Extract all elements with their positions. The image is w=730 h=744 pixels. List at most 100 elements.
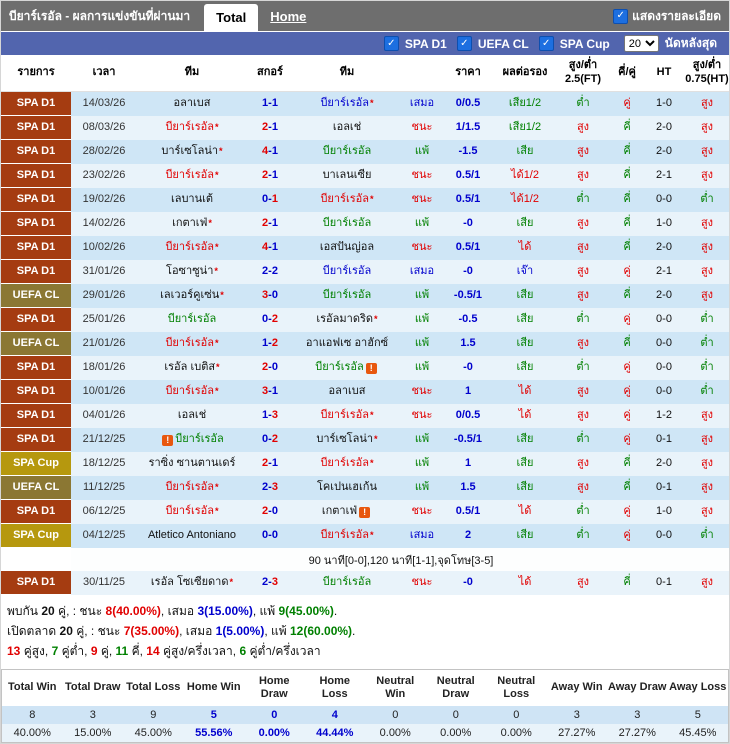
over-under-ft: สูง bbox=[576, 265, 590, 278]
over-under-ft: สูง bbox=[576, 241, 590, 254]
favorite-star-icon: * bbox=[214, 338, 219, 349]
match-date: 21/12/25 bbox=[82, 433, 126, 446]
home-team: บียาร์เรอัล * bbox=[165, 169, 219, 182]
match-result: ชนะ bbox=[411, 241, 433, 254]
table-row: SPA D1 28/02/26 บาร์เซโลน่า * 4-1 บียาร์เรอัล… bbox=[1, 140, 729, 164]
stats-counts-row: 839504000335 bbox=[2, 706, 728, 724]
handicap-result: ได้ bbox=[518, 241, 532, 254]
over-under-ht: สูง bbox=[700, 97, 714, 110]
uefa-cl-checkbox[interactable]: ✓ bbox=[456, 36, 472, 51]
spa-cup-checkbox[interactable]: ✓ bbox=[538, 36, 554, 51]
favorite-star-icon: * bbox=[214, 266, 218, 277]
table-row: SPA D1 14/03/26 อลาเบส 1-1 บียาร์เรอัล * เสมอ 0… bbox=[1, 92, 729, 116]
league-badge: SPA D1 bbox=[1, 236, 71, 260]
ft-score: 2-3 bbox=[262, 481, 278, 494]
ft-score: 0-0 bbox=[262, 529, 278, 542]
match-result: ชนะ bbox=[411, 193, 433, 206]
odd-even: คี่ bbox=[623, 576, 631, 589]
handicap-result: เสีย bbox=[516, 457, 534, 470]
spa-d1-checkbox[interactable]: ✓ bbox=[383, 36, 399, 51]
handicap-price: -1.5 bbox=[458, 145, 478, 158]
card-icon: ! bbox=[162, 434, 174, 446]
tab-home[interactable]: Home bbox=[258, 1, 318, 31]
away-team: บียาร์เรอัล * bbox=[320, 409, 374, 422]
match-result: ชนะ bbox=[411, 121, 433, 134]
handicap-price: 0.5/1 bbox=[455, 169, 481, 182]
away-team: เรอัลมาดริด * bbox=[316, 313, 378, 326]
away-team: บียาร์เรอัล * bbox=[320, 97, 374, 110]
stats-count-cell: 3 bbox=[607, 706, 668, 724]
match-result: แพ้ bbox=[414, 289, 430, 302]
stats-percent-cell: 0.00% bbox=[244, 724, 305, 742]
over-under-ht: สูง bbox=[700, 145, 714, 158]
ht-score: 2-1 bbox=[656, 265, 672, 278]
league-badge: UEFA CL bbox=[1, 284, 71, 308]
favorite-star-icon: * bbox=[214, 386, 219, 397]
over-under-ht: สูง bbox=[700, 265, 714, 278]
away-team: บียาร์เรอัล! bbox=[293, 356, 401, 380]
ft-score: 2-1 bbox=[262, 121, 278, 134]
favorite-star-icon: * bbox=[208, 218, 212, 229]
over-under-ht: สูง bbox=[700, 481, 714, 494]
tab-total[interactable]: Total bbox=[204, 4, 259, 31]
stats-percent-cell: 0.00% bbox=[425, 724, 486, 742]
odd-even: คู่ bbox=[623, 361, 631, 374]
stats-header-cell: Away Loss bbox=[667, 670, 728, 706]
home-team: ราซิ่ง ซานตานเดร์ bbox=[148, 457, 236, 470]
col-result bbox=[401, 55, 443, 91]
home-team: บาร์เซโลน่า * bbox=[161, 145, 223, 158]
odd-even: คี่ bbox=[623, 121, 631, 134]
league-badge: SPA D1 bbox=[1, 380, 71, 404]
over-under-ft: สูง bbox=[576, 337, 590, 350]
league-badge: SPA D1 bbox=[1, 140, 71, 164]
table-row: SPA D1 25/01/26 บียาร์เรอัล 0-2 เรอัลมาดริด *… bbox=[1, 308, 729, 332]
match-date: 10/01/26 bbox=[82, 385, 126, 398]
handicap-price: -0 bbox=[463, 217, 473, 230]
match-date: 14/02/26 bbox=[82, 217, 126, 230]
table-row: SPA D1 19/02/26 เลบานเต้ 0-1 บียาร์เรอัล * ชนะ… bbox=[1, 188, 729, 212]
card-icon: ! bbox=[359, 506, 371, 518]
odd-even: คู่ bbox=[623, 97, 631, 110]
ft-score: 0-2 bbox=[262, 433, 278, 446]
favorite-star-icon: * bbox=[214, 170, 219, 181]
ht-score: 0-1 bbox=[656, 481, 672, 494]
table-row: SPA Cup 18/12/25 ราซิ่ง ซานตานเดร์ 2-1 บียาร… bbox=[1, 452, 729, 476]
ht-score: 0-0 bbox=[656, 361, 672, 374]
match-result: แพ้ bbox=[414, 337, 430, 350]
page-title: บียาร์เรอัล - ผลการแข่งขันที่ผ่านมา bbox=[9, 8, 191, 23]
over-under-ft: สูง bbox=[576, 576, 590, 589]
over-under-ht: สูง bbox=[700, 289, 714, 302]
over-under-ft: สูง bbox=[576, 217, 590, 230]
col-team1: ทีม bbox=[184, 66, 200, 79]
handicap-price: 0.5/1 bbox=[455, 505, 481, 518]
results-widget: บียาร์เรอัล - ผลการแข่งขันที่ผ่านมา Tota… bbox=[0, 0, 730, 744]
favorite-star-icon: * bbox=[229, 577, 234, 588]
show-details-checkbox[interactable]: ✓ bbox=[613, 8, 629, 24]
stats-count-cell: 8 bbox=[2, 706, 63, 724]
home-team: เลเวอร์คูเซ่น * bbox=[160, 289, 224, 302]
league-badge: SPA D1 bbox=[1, 428, 71, 452]
stats-header-cell: Total Loss bbox=[123, 670, 184, 706]
favorite-star-icon: * bbox=[214, 482, 219, 493]
handicap-price: 1 bbox=[464, 457, 472, 470]
table-row: SPA D1 23/02/26 บียาร์เรอัล * 2-1 บาเลนเซีย ชน… bbox=[1, 164, 729, 188]
away-team: บาเลนเซีย bbox=[322, 169, 372, 182]
odd-even: คู่ bbox=[623, 265, 631, 278]
odd-even: คี่ bbox=[623, 241, 631, 254]
stats-count-cell: 0 bbox=[365, 706, 426, 724]
ht-score: 0-0 bbox=[656, 529, 672, 542]
handicap-result: ได้ bbox=[518, 576, 532, 589]
ft-score: 1-2 bbox=[262, 337, 278, 350]
match-result: แพ้ bbox=[414, 361, 430, 374]
match-count-select[interactable]: 20 bbox=[623, 35, 659, 52]
match-date: 04/12/25 bbox=[82, 529, 126, 542]
stats-header-row: Total Win Total Draw Total Loss Home Win Hom… bbox=[2, 670, 728, 706]
handicap-price: -0.5/1 bbox=[453, 433, 483, 446]
over-under-ht: ต่ำ bbox=[700, 313, 714, 326]
col-over-under-ht: สูง/ต่ำ 0.75(HT) bbox=[685, 59, 729, 85]
handicap-result: เสีย bbox=[516, 145, 534, 158]
table-row: SPA D1 21/12/25 ! บียาร์เรอัล 0-2 บาร์เซโลน่า… bbox=[1, 428, 729, 452]
over-under-ht: ต่ำ bbox=[700, 529, 714, 542]
stats-header-cell: Neutral Draw bbox=[425, 670, 486, 706]
table-header: รายการ เวลา ทีม สกอร์ ทีม ราคา ผลต่อรอง … bbox=[1, 55, 729, 92]
